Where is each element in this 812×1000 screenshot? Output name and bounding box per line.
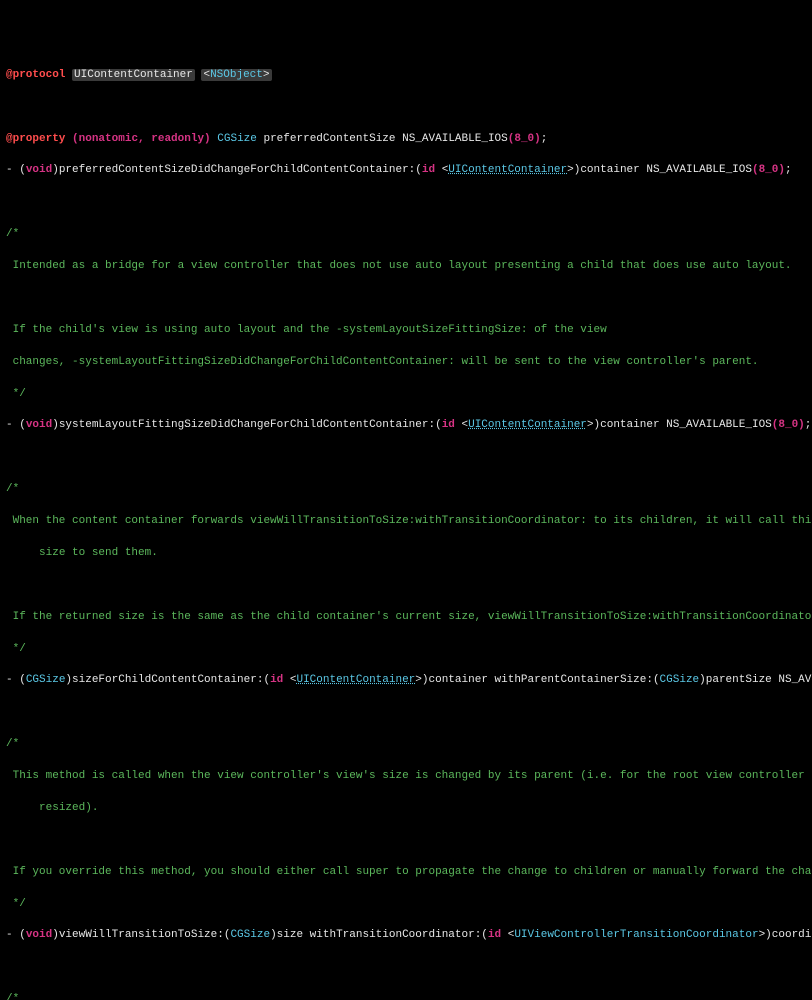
code-line: @property (nonatomic, readonly) CGSize p… xyxy=(6,132,806,148)
semicolon: ; xyxy=(541,133,548,145)
semicolon: ; xyxy=(785,164,792,176)
comment-open: /* xyxy=(6,482,806,498)
method-dash: - ( xyxy=(6,164,26,176)
method-rest: )parentSize xyxy=(699,674,778,686)
comment-open: /* xyxy=(6,227,806,243)
blank-line xyxy=(6,100,806,116)
method-dash: - ( xyxy=(6,929,26,941)
code-line: @protocol UIContentContainer <NSObject> xyxy=(6,68,806,84)
angle-gt: > xyxy=(263,69,270,81)
code-line: - (CGSize)sizeForChildContentContainer:(… xyxy=(6,673,806,689)
protocol-ref: UIContentContainer xyxy=(448,164,567,176)
comment-line: If the returned size is the same as the … xyxy=(6,610,806,626)
avail-macro: NS_AVAILABLE_IOS xyxy=(402,133,508,145)
angle-gt: > xyxy=(759,929,766,941)
comment-close: */ xyxy=(6,642,806,658)
semicolon: ; xyxy=(805,419,812,431)
method-rest: )size withTransitionCoordinator:( xyxy=(270,929,488,941)
comment-close: */ xyxy=(6,387,806,403)
avail-macro: NS_AVAILABLE_IOS xyxy=(666,419,772,431)
comment-open: /* xyxy=(6,737,806,753)
method-dash: - ( xyxy=(6,674,26,686)
comment-open: /* xyxy=(6,992,806,1000)
type-cgsize: CGSize xyxy=(230,929,270,941)
comment-line: This method is called when the view cont… xyxy=(6,769,806,785)
angle-lt: < xyxy=(501,929,514,941)
avail-ver: (8_0) xyxy=(772,419,805,431)
protocol-ref: UIViewControllerTransitionCoordinator xyxy=(514,929,758,941)
angle-lt: < xyxy=(435,164,448,176)
blank-line xyxy=(6,195,806,211)
comment-line: changes, -systemLayoutFittingSizeDidChan… xyxy=(6,355,806,371)
keyword-protocol: @protocol xyxy=(6,69,65,81)
comment-close: */ xyxy=(6,897,806,913)
protocol-ref: UIContentContainer xyxy=(296,674,415,686)
blank-line xyxy=(6,705,806,721)
keyword-id: id xyxy=(422,164,435,176)
comment-line: If you override this method, you should … xyxy=(6,865,806,881)
comment-line: If the child's view is using auto layout… xyxy=(6,323,806,339)
type-cgsize: CGSize xyxy=(217,133,257,145)
comment-line: resized). xyxy=(6,801,806,817)
angle-gt: > xyxy=(587,419,594,431)
method-rest: )container xyxy=(574,164,647,176)
keyword-id: id xyxy=(270,674,283,686)
method-rest: )container xyxy=(594,419,667,431)
code-line: - (void)systemLayoutFittingSizeDidChange… xyxy=(6,418,806,434)
method-name: )preferredContentSizeDidChangeForChildCo… xyxy=(52,164,422,176)
keyword-property: @property xyxy=(6,133,65,145)
type-cgsize: CGSize xyxy=(660,674,700,686)
blank-line xyxy=(6,833,806,849)
method-name: )viewWillTransitionToSize:( xyxy=(52,929,230,941)
protocol-ref: UIContentContainer xyxy=(468,419,587,431)
angle-lt: < xyxy=(283,674,296,686)
blank-line xyxy=(6,450,806,466)
code-line: - (void)viewWillTransitionToSize:(CGSize… xyxy=(6,928,806,944)
comment-line: Intended as a bridge for a view controll… xyxy=(6,259,806,275)
blank-line xyxy=(6,578,806,594)
property-name: preferredContentSize xyxy=(263,133,395,145)
angle-lt: < xyxy=(455,419,468,431)
protocol-name: UIContentContainer xyxy=(72,69,195,81)
method-name: )sizeForChildContentContainer:( xyxy=(65,674,270,686)
angle-gt: > xyxy=(567,164,574,176)
blank-line xyxy=(6,960,806,976)
method-rest: )coordi xyxy=(765,929,811,941)
property-attrs: (nonatomic, readonly) xyxy=(72,133,211,145)
keyword-id: id xyxy=(488,929,501,941)
avail-ver: (8_0) xyxy=(508,133,541,145)
avail-macro: NS_AVAILABLE_IOS xyxy=(646,164,752,176)
avail-ver: (8_0) xyxy=(752,164,785,176)
return-type: CGSize xyxy=(26,674,66,686)
comment-line: size to send them. xyxy=(6,546,806,562)
return-type: void xyxy=(26,419,52,431)
parent-protocol: NSObject xyxy=(210,69,263,81)
method-name: )systemLayoutFittingSizeDidChangeForChil… xyxy=(52,419,441,431)
method-rest: )container withParentContainerSize:( xyxy=(422,674,660,686)
method-dash: - ( xyxy=(6,419,26,431)
return-type: void xyxy=(26,164,52,176)
keyword-id: id xyxy=(442,419,455,431)
comment-line: When the content container forwards view… xyxy=(6,514,806,530)
return-type: void xyxy=(26,929,52,941)
avail-macro: NS_AV xyxy=(778,674,811,686)
angle-gt: > xyxy=(415,674,422,686)
blank-line xyxy=(6,291,806,307)
code-line: - (void)preferredContentSizeDidChangeFor… xyxy=(6,163,806,179)
